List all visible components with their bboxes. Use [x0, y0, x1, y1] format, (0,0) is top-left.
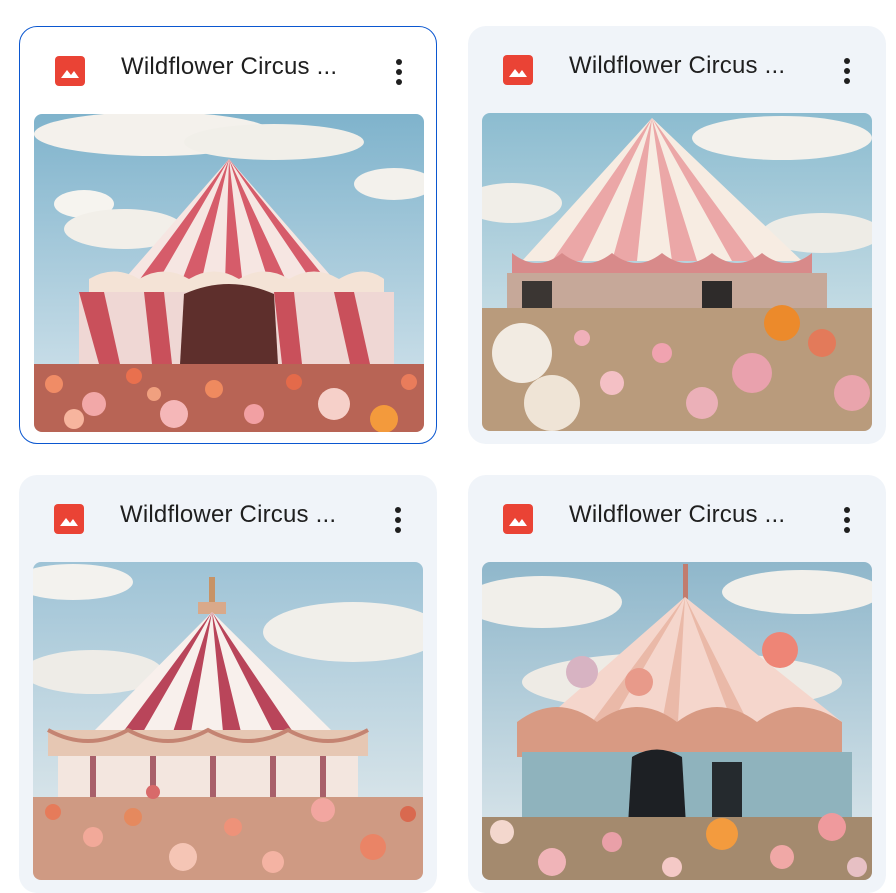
file-thumbnail[interactable]	[482, 562, 872, 880]
file-thumbnail[interactable]	[34, 114, 424, 432]
file-title[interactable]: Wildflower Circus ...	[121, 53, 337, 81]
more-vertical-icon[interactable]	[832, 497, 862, 543]
file-card-header: Wildflower Circus ...	[19, 475, 437, 563]
more-vertical-icon[interactable]	[384, 49, 414, 95]
image-file-icon	[54, 504, 84, 534]
image-file-icon	[55, 56, 85, 86]
file-card-4[interactable]: Wildflower Circus ...	[468, 475, 886, 893]
file-title[interactable]: Wildflower Circus ...	[569, 52, 785, 80]
file-title[interactable]: Wildflower Circus ...	[569, 501, 785, 529]
file-card-3[interactable]: Wildflower Circus ...	[19, 475, 437, 893]
file-card-header: Wildflower Circus ...	[468, 26, 886, 114]
file-thumbnail[interactable]	[482, 113, 872, 431]
file-card-header: Wildflower Circus ...	[20, 27, 436, 115]
image-file-icon	[503, 55, 533, 85]
image-file-icon	[503, 504, 533, 534]
file-card-1[interactable]: Wildflower Circus ...	[19, 26, 437, 444]
more-vertical-icon[interactable]	[832, 48, 862, 94]
file-thumbnail[interactable]	[33, 562, 423, 880]
file-card-header: Wildflower Circus ...	[468, 475, 886, 563]
more-vertical-icon[interactable]	[383, 497, 413, 543]
file-title[interactable]: Wildflower Circus ...	[120, 501, 336, 529]
file-card-2[interactable]: Wildflower Circus ...	[468, 26, 886, 444]
